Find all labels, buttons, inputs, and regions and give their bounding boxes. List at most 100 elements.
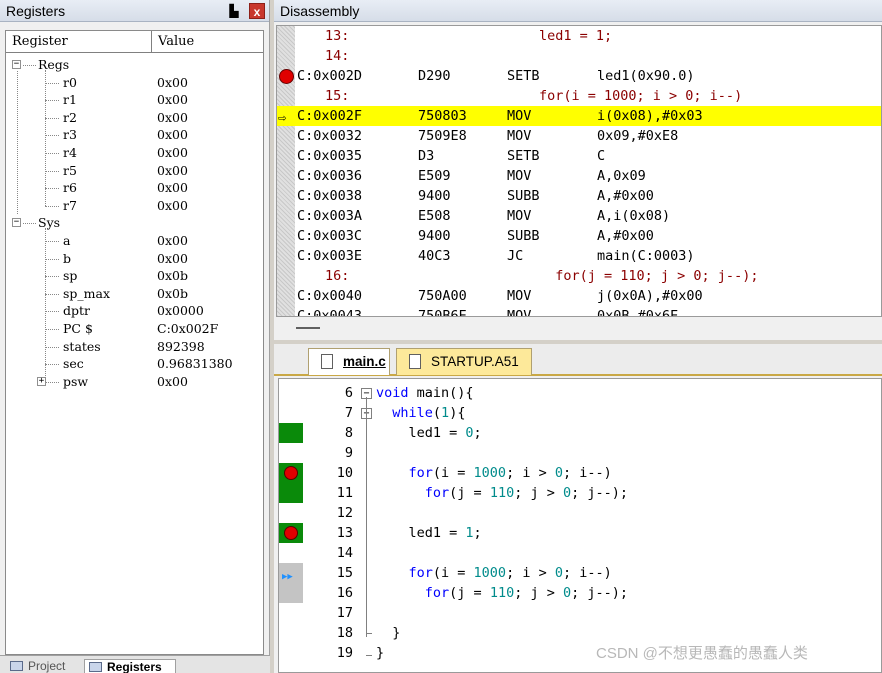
register-value[interactable]: C:0x002F — [157, 320, 218, 337]
disassembly-scrollbar[interactable] — [276, 317, 882, 339]
register-value[interactable]: 0x00 — [157, 74, 188, 91]
register-tree[interactable]: Register Value − Regs r0 0x00 r1 0x00 r2 0x00 r3… — [5, 30, 264, 655]
line-coverage-marker[interactable] — [279, 523, 303, 543]
source-line-text: for(i = 1000; i > 0; i--) — [539, 88, 743, 104]
register-value[interactable]: 0x00 — [157, 162, 188, 179]
source-editor-pane: main.c STARTUP.A51 6− void main(){7− whil… — [274, 344, 882, 673]
tree-connector — [45, 100, 59, 102]
line-coverage-marker[interactable] — [279, 583, 303, 603]
line-number: 18 — [336, 625, 353, 641]
instruction-bytes: E508 — [418, 208, 451, 224]
disassembly-instruction[interactable]: C:0x0036 E509 MOV A,0x09 — [277, 166, 881, 186]
source-line[interactable]: 8 led1 = 0; — [279, 423, 881, 443]
watermark: CSDN @不想更愚蠢的愚蠢人类 — [596, 645, 808, 662]
line-coverage-marker[interactable]: ▶▶ — [279, 563, 303, 583]
tab-project[interactable]: Project — [6, 659, 78, 673]
line-coverage-marker[interactable] — [279, 463, 303, 483]
register-value[interactable]: 0x00 — [157, 109, 188, 126]
tab-startup-a51[interactable]: STARTUP.A51 — [396, 348, 532, 375]
tree-group-label: Sys — [38, 215, 61, 231]
tab-registers[interactable]: Registers — [84, 659, 176, 673]
disassembly-source-line[interactable]: 16: for(j = 110; j > 0; j--); — [277, 266, 881, 286]
breakpoint-icon[interactable] — [279, 69, 294, 84]
code-token: ; i > — [506, 565, 555, 581]
code-token: (j = — [449, 585, 490, 601]
tree-connector — [45, 276, 59, 278]
source-line[interactable]: 13 led1 = 1; — [279, 523, 881, 543]
source-line[interactable]: 9 — [279, 443, 881, 463]
tree-connector — [45, 346, 59, 348]
code-text: } — [376, 643, 384, 663]
disassembly-instruction[interactable]: C:0x0035 D3 SETB C — [277, 146, 881, 166]
code-text: void main(){ — [376, 383, 474, 403]
close-icon[interactable]: x — [249, 3, 265, 19]
register-value[interactable]: 0x00 — [157, 144, 188, 161]
register-value[interactable]: 0x00 — [157, 250, 188, 267]
register-value[interactable]: 0x0b — [157, 267, 188, 284]
source-line[interactable]: 7− while(1){ — [279, 403, 881, 423]
instruction-mnemonic: MOV — [507, 308, 532, 317]
source-line[interactable]: 17 — [279, 603, 881, 623]
disassembly-instruction[interactable]: C:0x0038 9400 SUBB A,#0x00 — [277, 186, 881, 206]
column-register[interactable]: Register — [6, 31, 152, 53]
source-code-view[interactable]: 6− void main(){7− while(1){8 led1 = 0; 9 10… — [278, 378, 882, 673]
instruction-address: C:0x002F — [297, 108, 363, 124]
instruction-address: C:0x0032 — [297, 128, 363, 144]
register-value[interactable]: 0.96831380 — [157, 355, 233, 372]
register-value[interactable]: 892398 — [157, 338, 205, 355]
register-value[interactable]: 0x0b — [157, 285, 188, 302]
disassembly-instruction[interactable]: ⇨ C:0x002F 750803 MOV i(0x08),#0x03 — [277, 106, 881, 126]
tree-connector — [45, 381, 59, 383]
line-number: 10 — [336, 465, 353, 481]
source-line[interactable]: 11 for(j = 110; j > 0; j--); — [279, 483, 881, 503]
disassembly-source-line[interactable]: 15: for(i = 1000; i > 0; i--) — [277, 86, 881, 106]
register-value[interactable]: 0x00 — [157, 197, 188, 214]
register-value[interactable]: 0x0000 — [157, 302, 204, 319]
register-value[interactable]: 0x00 — [157, 373, 188, 390]
code-token: 1 — [441, 405, 450, 421]
disassembly-instruction[interactable]: C:0x0043 750B6E MOV 0x0B,#0x6E — [277, 306, 881, 317]
collapse-icon[interactable]: − — [12, 60, 21, 69]
file-icon — [409, 354, 421, 369]
line-coverage-marker[interactable] — [279, 423, 303, 443]
breakpoint-icon[interactable] — [284, 466, 298, 480]
source-line[interactable]: 12 — [279, 503, 881, 523]
register-value[interactable]: 0x00 — [157, 91, 188, 108]
source-line[interactable]: 10 for(i = 1000; i > 0; i--) — [279, 463, 881, 483]
code-token: for — [424, 485, 450, 501]
collapse-icon[interactable]: − — [12, 218, 21, 228]
code-token: for — [408, 565, 433, 581]
register-value[interactable]: 0x00 — [157, 232, 188, 249]
disassembly-instruction[interactable]: C:0x002D D290 SETB led1(0x90.0) — [277, 66, 881, 86]
current-instruction-arrow-icon: ⇨ — [278, 110, 287, 126]
instruction-operands: 0x09,#0xE8 — [597, 128, 679, 144]
column-value[interactable]: Value — [152, 31, 263, 53]
disassembly-instruction[interactable]: C:0x003E 40C3 JC main(C:0003) — [277, 246, 881, 266]
source-line[interactable]: 6− void main(){ — [279, 383, 881, 403]
line-number: 8 — [344, 425, 353, 441]
tree-connector — [45, 329, 59, 330]
tab-main-c[interactable]: main.c — [308, 348, 390, 375]
scroll-grip[interactable] — [296, 327, 320, 329]
register-value[interactable]: 0x00 — [157, 126, 188, 143]
disassembly-instruction[interactable]: C:0x003A E508 MOV A,i(0x08) — [277, 206, 881, 226]
register-name: a — [63, 233, 71, 248]
pin-icon[interactable]: ▙ — [226, 3, 242, 19]
disassembly-view[interactable]: 13: led1 = 1; 14: C:0x002D D290 SETB led1(0x90… — [276, 25, 882, 317]
source-line[interactable]: 14 — [279, 543, 881, 563]
disassembly-source-line[interactable]: 13: led1 = 1; — [277, 26, 881, 46]
source-line[interactable]: 16 for(j = 110; j > 0; j--); — [279, 583, 881, 603]
instruction-operands: A,#0x00 — [597, 188, 654, 204]
disassembly-instruction[interactable]: C:0x0032 7509E8 MOV 0x09,#0xE8 — [277, 126, 881, 146]
disassembly-source-line[interactable]: 14: — [277, 46, 881, 66]
tree-connector — [45, 188, 59, 190]
source-line[interactable]: ▶▶ 15 for(i = 1000; i > 0; i--) — [279, 563, 881, 583]
line-coverage-marker[interactable] — [279, 483, 303, 503]
disassembly-instruction[interactable]: C:0x003C 9400 SUBB A,#0x00 — [277, 226, 881, 246]
disassembly-instruction[interactable]: C:0x0040 750A00 MOV j(0x0A),#0x00 — [277, 286, 881, 306]
breakpoint-icon[interactable] — [284, 526, 298, 540]
register-value[interactable]: 0x00 — [157, 179, 188, 196]
